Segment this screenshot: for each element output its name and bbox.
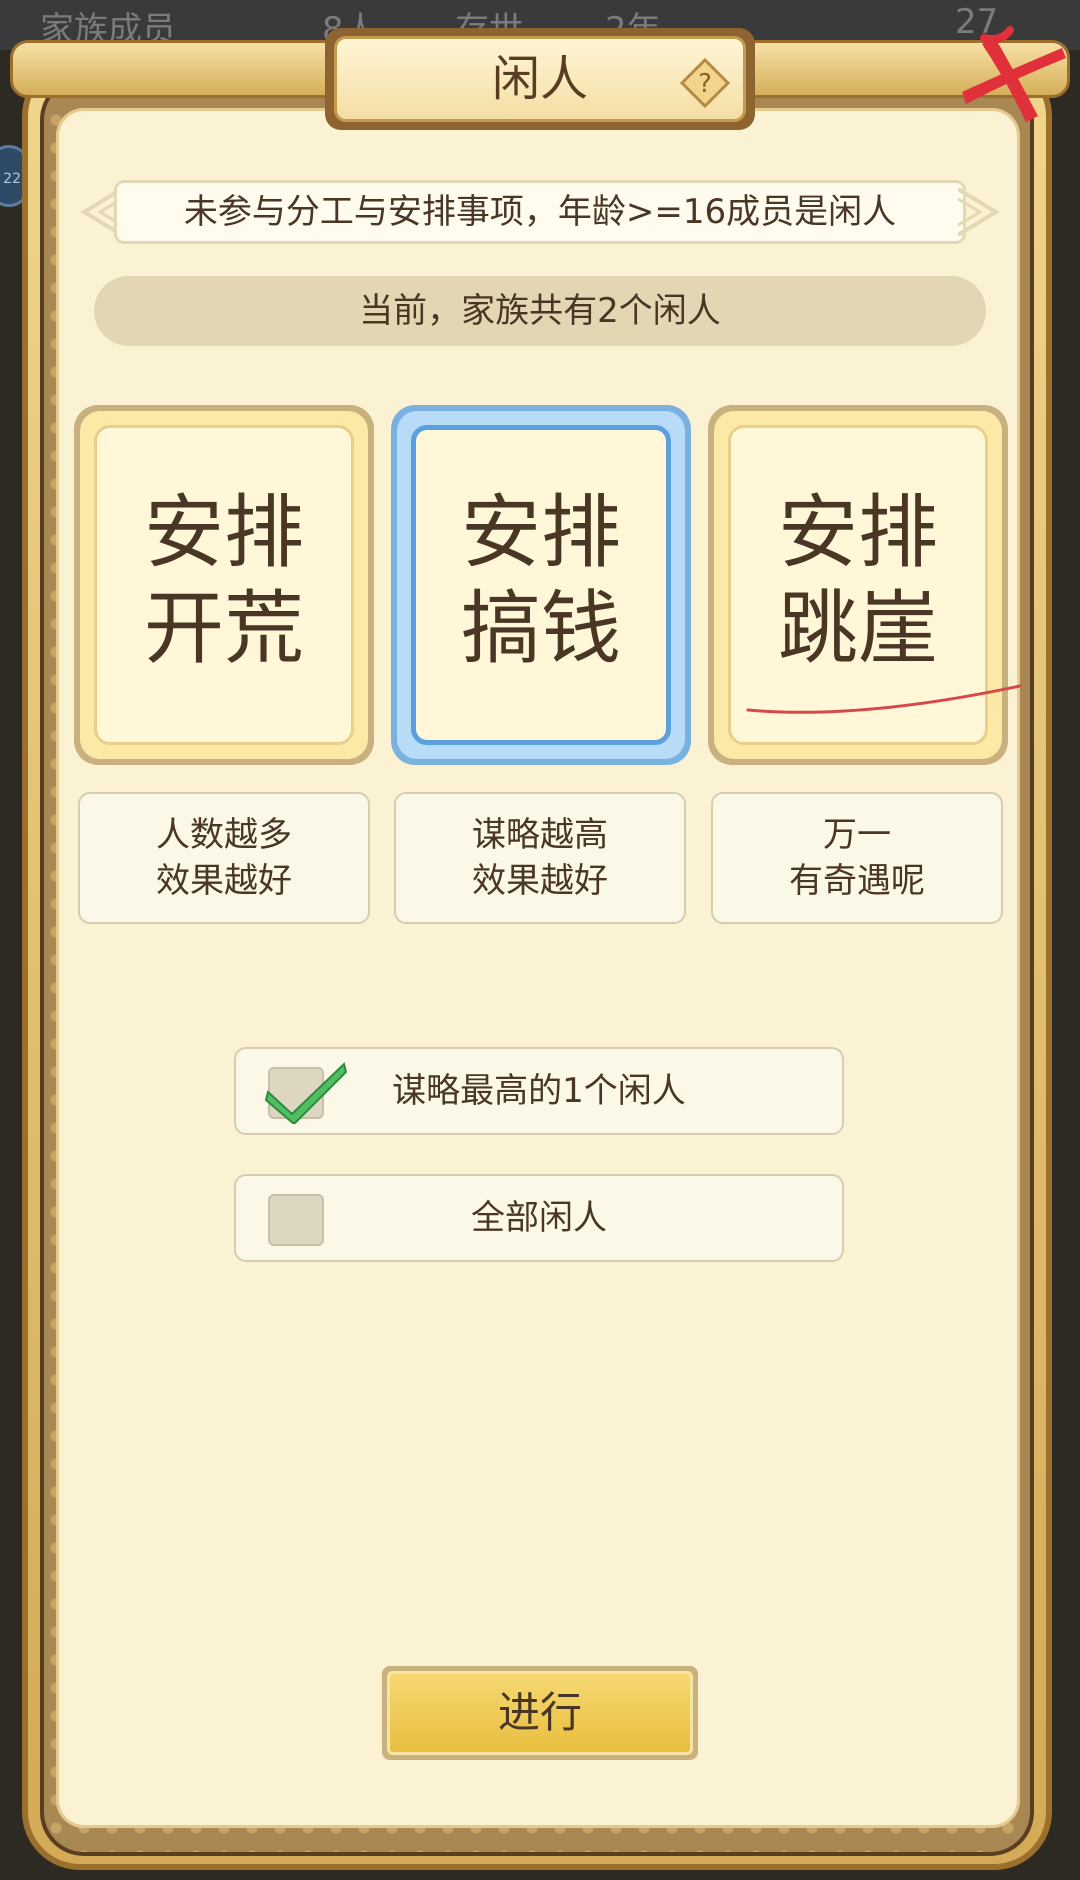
option-card-label: 安排 跳崖 <box>778 486 938 675</box>
idle-count-status: 当前，家族共有2个闲人 <box>94 276 986 346</box>
ribbon-ornament-right-icon <box>958 187 1000 237</box>
option-card-earn-money[interactable]: 安排 搞钱 <box>391 405 691 765</box>
close-x-icon[interactable] <box>950 18 1070 128</box>
scope-option-all-idle[interactable]: 全部闲人 <box>234 1174 844 1262</box>
option-card-label: 安排 搞钱 <box>461 486 621 675</box>
option-note-reclaim: 人数越多 效果越好 <box>78 792 370 924</box>
dialog-panel <box>56 108 1020 1828</box>
proceed-button[interactable]: 进行 <box>382 1666 698 1760</box>
option-note-cliff-jump: 万一 有奇遇呢 <box>711 792 1003 924</box>
question-diamond-icon[interactable]: ? <box>680 58 730 108</box>
check-icon <box>264 1062 348 1124</box>
idle-definition-text: 未参与分工与安排事项，年龄>=16成员是闲人 <box>114 180 966 244</box>
svg-text:?: ? <box>698 69 712 99</box>
option-note-earn-money: 谋略越高 效果越好 <box>394 792 686 924</box>
proceed-button-label: 进行 <box>497 1688 582 1737</box>
option-card-reclaim[interactable]: 安排 开荒 <box>74 405 374 765</box>
red-underline-annotation <box>746 684 1022 714</box>
scope-option-label: 全部闲人 <box>471 1198 607 1238</box>
option-card-label: 安排 开荒 <box>144 486 304 675</box>
